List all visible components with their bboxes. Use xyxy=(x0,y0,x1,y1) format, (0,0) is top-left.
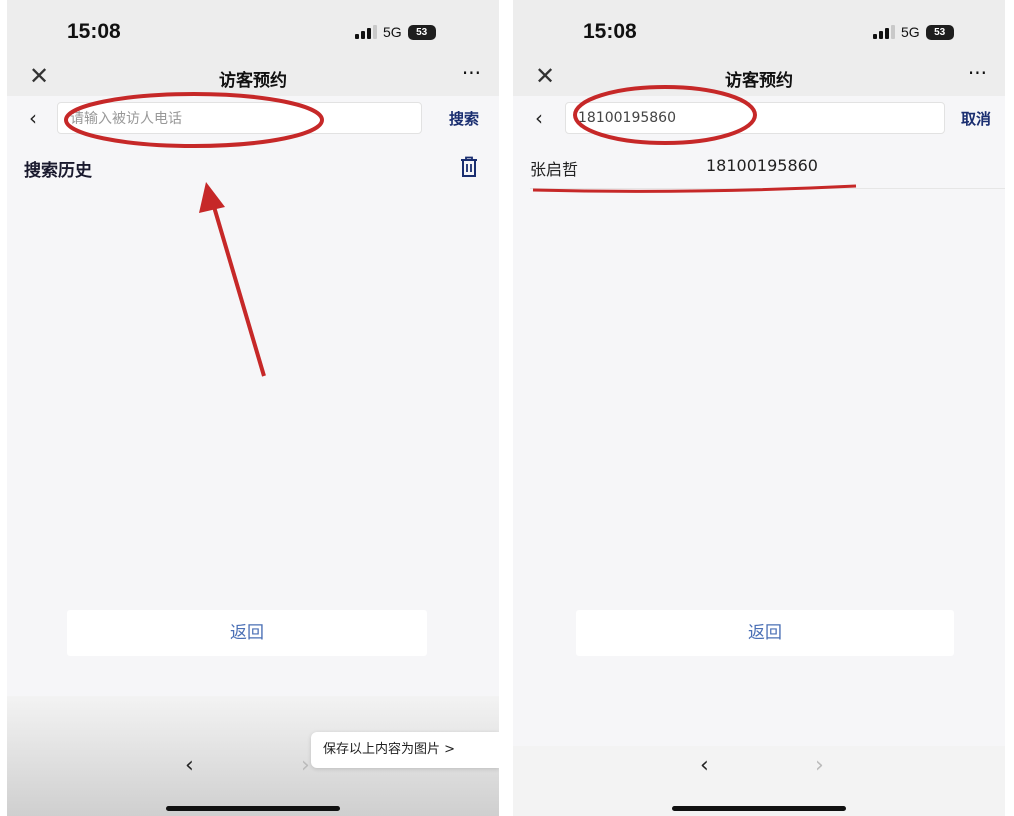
trash-icon[interactable] xyxy=(459,156,479,178)
prev-page-icon[interactable]: ‹ xyxy=(700,753,709,778)
right-phone-screen: 15:08 5G 53 ✕ 访客预约 ··· ‹ 18100195860 取消 … xyxy=(513,0,1005,816)
more-icon[interactable]: ··· xyxy=(462,60,481,86)
prev-page-icon[interactable]: ‹ xyxy=(185,753,194,778)
signal-group: 5G 53 xyxy=(873,24,954,40)
annotation-arrow-head xyxy=(199,182,225,213)
nav-bar: ✕ 访客预约 ··· xyxy=(7,60,499,96)
cancel-button[interactable]: 取消 xyxy=(961,108,991,129)
search-result-row[interactable]: 张启哲 18100195860 xyxy=(530,148,1005,189)
search-button[interactable]: 搜索 xyxy=(449,108,479,129)
page-title: 访客预约 xyxy=(725,71,793,91)
search-bar: ‹ 请输入被访人电话 搜索 xyxy=(7,96,499,142)
status-bar: 15:08 5G 53 xyxy=(7,0,499,60)
return-button[interactable]: 返回 xyxy=(576,610,954,656)
search-bar: ‹ 18100195860 取消 xyxy=(513,96,1005,142)
left-phone-screen: 15:08 5G 53 ✕ 访客预约 ··· ‹ 请输入被访人电话 搜索 搜索历… xyxy=(7,0,499,816)
next-page-icon[interactable]: › xyxy=(815,753,824,778)
status-time: 15:08 xyxy=(67,20,121,43)
more-icon[interactable]: ··· xyxy=(968,60,987,86)
result-name: 张启哲 xyxy=(530,160,579,179)
back-icon[interactable]: ‹ xyxy=(535,106,543,130)
signal-group: 5G 53 xyxy=(355,24,436,40)
search-input[interactable]: 请输入被访人电话 xyxy=(57,102,422,134)
home-indicator xyxy=(166,806,340,811)
network-type: 5G xyxy=(383,24,402,40)
signal-icon xyxy=(873,25,895,39)
signal-icon xyxy=(355,25,377,39)
search-history-title: 搜索历史 xyxy=(24,161,92,181)
home-indicator xyxy=(672,806,846,811)
nav-bar: ✕ 访客预约 ··· xyxy=(513,60,1005,96)
status-bar: 15:08 5G 53 xyxy=(513,0,1005,60)
bottom-toolbar: ‹ › xyxy=(513,746,1005,816)
result-phone: 18100195860 xyxy=(706,156,818,175)
status-time: 15:08 xyxy=(583,20,637,43)
return-button[interactable]: 返回 xyxy=(67,610,427,656)
next-page-icon[interactable]: › xyxy=(301,753,310,778)
network-type: 5G xyxy=(901,24,920,40)
save-as-image-toast[interactable]: 保存以上内容为图片 > xyxy=(311,732,499,768)
back-icon[interactable]: ‹ xyxy=(29,106,37,130)
battery-icon: 53 xyxy=(407,24,436,40)
page-title: 访客预约 xyxy=(219,71,287,91)
annotation-arrow-shaft xyxy=(210,199,266,377)
search-input[interactable]: 18100195860 xyxy=(565,102,945,134)
battery-icon: 53 xyxy=(925,24,954,40)
